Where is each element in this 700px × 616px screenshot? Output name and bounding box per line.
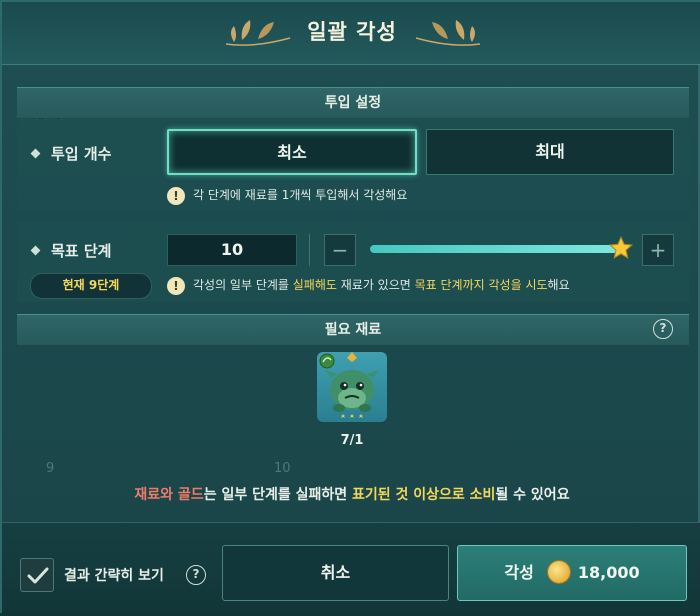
note-highlight: 실패해도 <box>292 278 337 292</box>
warning-highlight: 표기된 것 이상으로 소비 <box>352 487 496 503</box>
check-icon <box>27 567 49 584</box>
leaf-ornament-icon <box>415 20 481 46</box>
target-stage-input[interactable]: 10 <box>167 234 297 266</box>
simple-view-checkbox[interactable] <box>20 558 54 592</box>
background-ghost-text: 9 <box>46 461 55 476</box>
note-text: 재료가 있으면 <box>336 278 415 292</box>
note-highlight: 각성을 시도 <box>488 278 548 292</box>
target-stage-label: 목표 단계 <box>30 240 112 261</box>
warning-text: 는 일부 단계를 실패하면 <box>203 487 352 503</box>
decrease-button[interactable]: − <box>324 234 356 266</box>
help-icon[interactable]: ? <box>653 319 673 339</box>
exclamation-icon: ! <box>167 276 185 295</box>
target-stage-label-text: 목표 단계 <box>51 242 112 260</box>
input-count-note: ! 각 단계에 재료를 1개씩 투입해서 각성해요 <box>167 186 407 205</box>
divider <box>309 234 310 266</box>
input-count-label: 투입 개수 <box>30 143 112 164</box>
note-text: 각성의 일부 단계를 <box>193 278 293 292</box>
material-item[interactable] <box>317 352 387 422</box>
current-stage-badge: 현재 9단계 <box>30 273 152 299</box>
target-stage-note: ! 각성의 일부 단계를 실패해도 재료가 있으면 목표 단계까지 각성을 시도해… <box>167 276 570 295</box>
note-highlight: 목표 단계까지 <box>414 278 485 292</box>
exclamation-icon: ! <box>167 186 185 205</box>
bullet-icon <box>30 245 41 256</box>
input-count-note-text: 각 단계에 재료를 1개씩 투입해서 각성해요 <box>193 188 408 202</box>
slider-star-handle-icon[interactable] <box>608 235 634 261</box>
input-count-label-text: 투입 개수 <box>51 145 112 163</box>
consumption-warning: 재료와 골드는 일부 단계를 실패하면 표기된 것 이상으로 소비될 수 있어요 <box>2 484 700 504</box>
awaken-button[interactable]: 각성 18,000 <box>457 545 687 601</box>
warning-highlight: 재료와 골드 <box>134 487 204 503</box>
gold-cost: 18,000 <box>577 563 640 582</box>
slider-fill <box>370 245 622 253</box>
note-text: 해요 <box>547 278 570 292</box>
cancel-button[interactable]: 취소 <box>222 545 449 601</box>
bulk-awaken-dialog: 추가우기 9 10 일괄 각성 투입 설정 투입 개수 최소 최대 !각 단계에… <box>0 0 700 616</box>
background-ghost-text: 10 <box>274 461 291 476</box>
required-materials-header: 필요 재료 <box>17 314 689 346</box>
creature-material-icon <box>319 352 379 418</box>
gold-coin-icon <box>547 560 570 583</box>
bullet-icon <box>30 148 41 159</box>
max-button[interactable]: 최대 <box>426 129 674 175</box>
input-setting-header: 투입 설정 <box>17 87 689 119</box>
dialog-title: 일괄 각성 <box>307 20 397 44</box>
increase-button[interactable]: + <box>642 234 674 266</box>
help-icon[interactable]: ? <box>186 565 206 585</box>
awaken-button-label: 각성 <box>504 563 534 582</box>
title-bar: 일괄 각성 <box>2 2 700 65</box>
target-stage-slider[interactable] <box>370 245 622 253</box>
min-button[interactable]: 최소 <box>167 129 417 175</box>
simple-view-label: 결과 간략히 보기 <box>64 568 164 584</box>
material-count: 7/1 <box>340 433 364 448</box>
warning-text: 될 수 있어요 <box>495 487 570 503</box>
